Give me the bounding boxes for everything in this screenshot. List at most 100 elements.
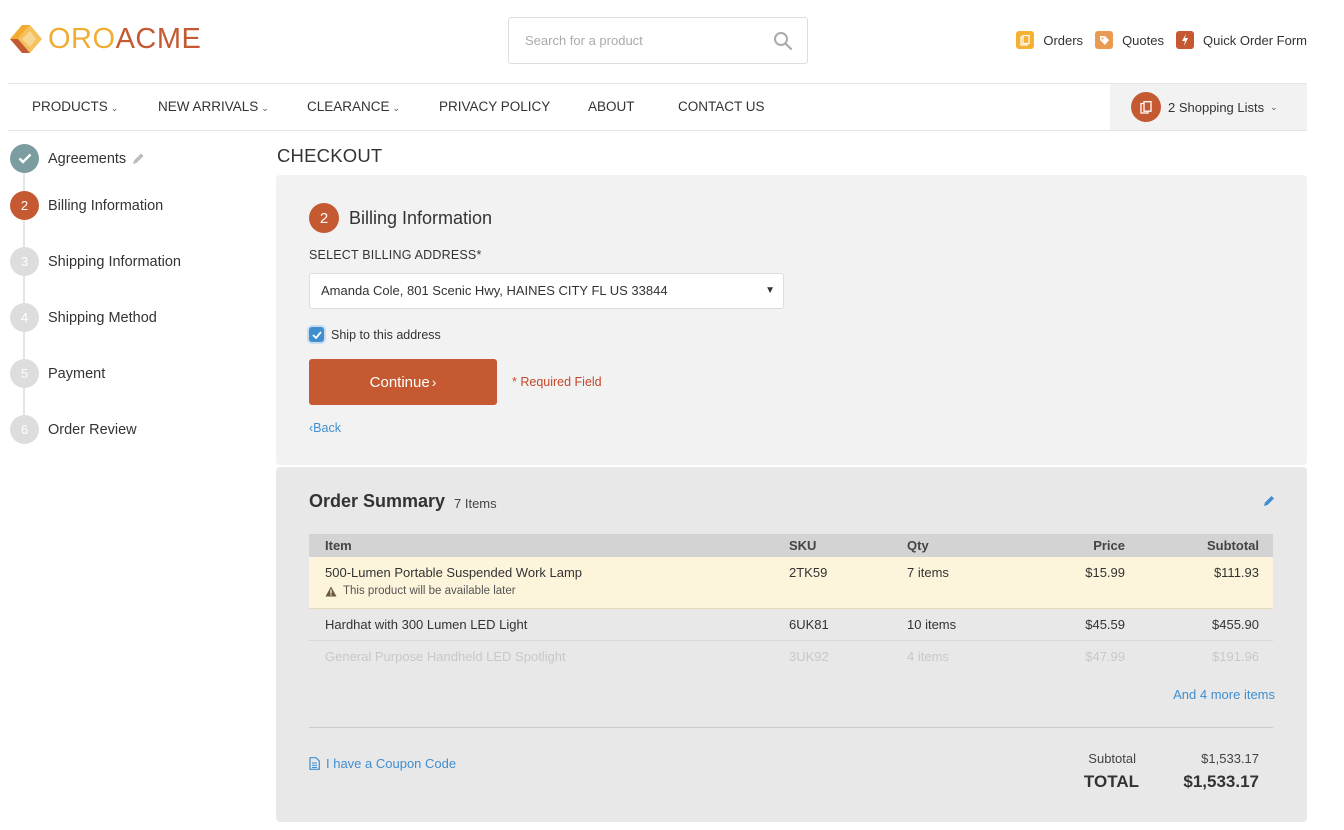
order-summary-panel: Order Summary 7 Items Item SKU Qty Price… — [276, 467, 1307, 822]
page-title: CHECKOUT — [277, 145, 383, 166]
step-label: Shipping Information — [48, 253, 181, 270]
billing-title: Billing Information — [349, 207, 493, 228]
step-shipping-method: 4 Shipping Method — [10, 303, 157, 332]
divider — [309, 727, 1273, 728]
item-subtotal: $111.93 — [1213, 565, 1259, 580]
order-summary-title: Order Summary — [309, 491, 446, 511]
step-shipping-information: 3 Shipping Information — [10, 247, 181, 276]
nav-privacy-policy[interactable]: PRIVACY POLICY — [439, 84, 550, 130]
order-item-count: 7 Items — [454, 496, 497, 511]
document-icon — [309, 757, 320, 770]
pencil-icon[interactable] — [132, 152, 145, 165]
coupon-code-link[interactable]: I have a Coupon Code — [309, 756, 456, 771]
quick-order-label: Quick Order Form — [1202, 32, 1307, 48]
more-items-link[interactable]: And 4 more items — [1173, 687, 1275, 702]
step-order-review: 6 Order Review — [10, 415, 137, 444]
orders-icon — [1016, 31, 1035, 49]
item-qty: 4 items — [907, 649, 949, 664]
site-header: OROACME Orders Quotes Quick Order Form — [0, 0, 1344, 84]
step-agreements[interactable]: Agreements — [10, 144, 145, 173]
step-label: Billing Information — [48, 197, 164, 214]
search-box — [508, 17, 808, 64]
search-input[interactable] — [525, 18, 765, 63]
quotes-link[interactable]: Quotes — [1095, 31, 1164, 49]
continue-button[interactable]: Continue › — [309, 359, 497, 405]
item-name: Hardhat with 300 Lumen LED Light — [325, 617, 528, 632]
required-field-note: * Required Field — [512, 375, 602, 389]
step-number: 6 — [10, 415, 39, 444]
item-qty: 7 items — [907, 565, 949, 580]
shopping-lists-label: 2 Shopping Lists — [1168, 99, 1265, 115]
step-payment: 5 Payment — [10, 359, 105, 388]
logo-text: OROACME — [48, 22, 202, 55]
nav-new-arrivals[interactable]: NEW ARRIVALS ⌄ — [158, 84, 269, 130]
top-links: Orders Quotes Quick Order Form — [1004, 31, 1307, 49]
item-sku: 6UK81 — [789, 617, 829, 632]
col-subtotal: Subtotal — [1207, 538, 1259, 553]
table-row: Hardhat with 300 Lumen LED Light 6UK81 1… — [309, 609, 1273, 641]
ship-to-address-row: Ship to this address — [309, 327, 441, 342]
billing-address-label: SELECT BILLING ADDRESS* — [309, 248, 482, 262]
col-sku: SKU — [789, 538, 817, 553]
site-logo[interactable]: OROACME — [8, 22, 201, 56]
caret-down-icon: ▼ — [765, 285, 775, 296]
chevron-down-icon: ⌄ — [1270, 101, 1278, 112]
pencil-icon[interactable] — [1263, 495, 1275, 507]
item-subtotal: $191.96 — [1212, 649, 1259, 664]
table-row: General Purpose Handheld LED Spotlight 3… — [309, 641, 1273, 669]
nav-contact-us[interactable]: CONTACT US — [678, 84, 765, 130]
check-icon — [10, 144, 39, 173]
ship-to-address-label[interactable]: Ship to this address — [331, 328, 441, 342]
chevron-down-icon: ⌄ — [110, 103, 119, 113]
total-label: TOTAL — [1083, 772, 1139, 791]
item-subtotal: $455.90 — [1212, 617, 1259, 632]
shopping-lists-dropdown[interactable]: 2 Shopping Lists ⌄ — [1110, 84, 1307, 130]
main-nav: PRODUCTS ⌄ NEW ARRIVALS ⌄ CLEARANCE ⌄ PRIVA… — [8, 83, 1307, 131]
step-label: Order Review — [48, 421, 137, 438]
quotes-label: Quotes — [1122, 32, 1164, 48]
search-icon[interactable] — [773, 31, 793, 51]
quick-order-link[interactable]: Quick Order Form — [1175, 31, 1307, 49]
quotes-icon — [1095, 31, 1114, 49]
step-number: 2 — [10, 191, 39, 220]
orders-label: Orders — [1043, 32, 1084, 48]
col-qty: Qty — [907, 538, 929, 553]
chevron-right-icon: › — [431, 373, 437, 390]
selected-address: Amanda Cole, 801 Scenic Hwy, HAINES CITY… — [321, 283, 668, 298]
total-value: $1,533.17 — [1183, 772, 1259, 791]
step-number: 3 — [10, 247, 39, 276]
step-billing-information[interactable]: 2 Billing Information — [10, 191, 163, 220]
nav-about[interactable]: ABOUT — [588, 84, 635, 130]
shopping-list-icon — [1131, 92, 1161, 122]
orders-link[interactable]: Orders — [1016, 31, 1083, 49]
billing-address-select[interactable]: Amanda Cole, 801 Scenic Hwy, HAINES CITY… — [309, 273, 784, 309]
nav-products[interactable]: PRODUCTS ⌄ — [32, 84, 118, 130]
back-link[interactable]: ‹Back — [309, 421, 341, 435]
warning-icon — [325, 586, 337, 596]
table-row: 500-Lumen Portable Suspended Work Lamp 2… — [309, 557, 1273, 609]
nav-clearance[interactable]: CLEARANCE ⌄ — [307, 84, 400, 130]
quick-order-icon — [1175, 31, 1194, 49]
step-number: 4 — [10, 303, 39, 332]
logo-mark-icon — [10, 25, 42, 53]
item-price: $15.99 — [1085, 565, 1125, 580]
step-label: Agreements — [48, 150, 127, 167]
step-label: Shipping Method — [48, 309, 157, 326]
item-price: $45.59 — [1085, 617, 1125, 632]
chevron-down-icon: ⌄ — [261, 103, 269, 113]
col-price: Price — [1093, 538, 1125, 553]
step-label: Payment — [48, 365, 106, 382]
item-name: 500-Lumen Portable Suspended Work Lamp — [325, 565, 583, 580]
item-sku: 3UK92 — [789, 649, 829, 664]
item-sku: 2TK59 — [789, 565, 828, 580]
subtotal-label: Subtotal — [1088, 751, 1136, 766]
ship-to-address-checkbox[interactable] — [309, 327, 324, 342]
availability-note: This product will be available later — [325, 585, 516, 597]
billing-step-number: 2 — [309, 203, 339, 233]
subtotal-value: $1,533.17 — [1201, 751, 1259, 766]
item-price: $47.99 — [1085, 649, 1125, 664]
chevron-down-icon: ⌄ — [392, 103, 401, 113]
item-qty: 10 items — [907, 617, 957, 632]
summary-table-header: Item SKU Qty Price Subtotal — [309, 534, 1273, 557]
item-name: General Purpose Handheld LED Spotlight — [325, 649, 566, 664]
